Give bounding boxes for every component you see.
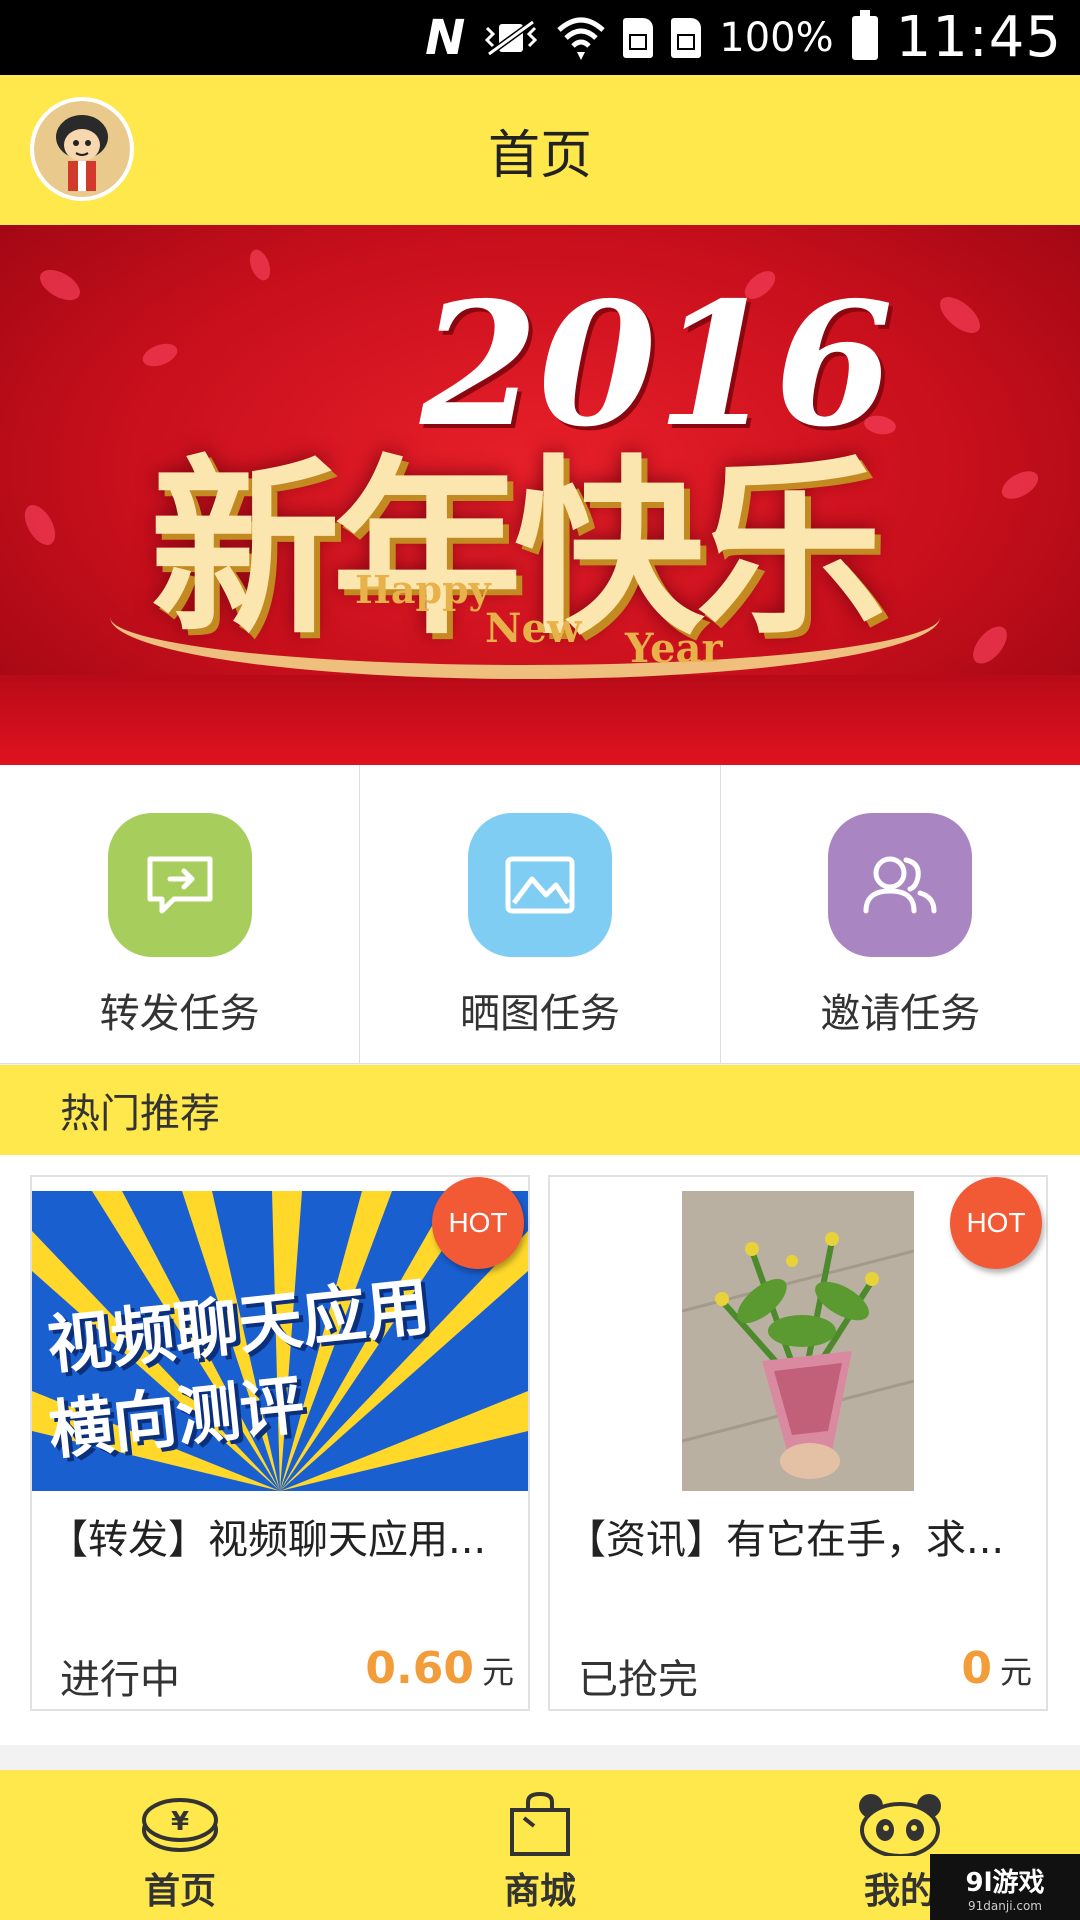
clock: 11:45	[895, 5, 1062, 70]
hot-badge: HOT	[432, 1177, 524, 1269]
nav-mall[interactable]: 商城	[360, 1770, 720, 1920]
price-unit: 元	[999, 1653, 1032, 1691]
nav-mall-label: 商城	[503, 1871, 576, 1912]
card-status: 进行中	[60, 1657, 180, 1703]
recommend-list: 视频聊天应用 横向测评 HOT 【转发】视频聊天应用... 进行中 0.60 元	[0, 1155, 1080, 1745]
task-photo[interactable]: 晒图任务	[360, 765, 721, 1063]
hot-badge: HOT	[950, 1177, 1042, 1269]
task-invite[interactable]: 邀请任务	[721, 765, 1080, 1063]
page-title: 首页	[487, 125, 592, 186]
task-invite-label: 邀请任务	[820, 991, 981, 1037]
banner[interactable]: 2016 新年快乐 Happy New Year	[0, 225, 1080, 765]
battery-icon	[851, 9, 878, 60]
card-price: 0 元	[961, 1643, 1032, 1694]
watermark-main: 9l游戏	[965, 1867, 1045, 1898]
section-title: 热门推荐	[60, 1091, 220, 1137]
svg-text:¥: ¥	[171, 1807, 189, 1837]
app-header: 首页	[0, 75, 1080, 225]
task-row: 转发任务 晒图任务 邀请任务	[0, 765, 1080, 1064]
sim1-icon	[623, 17, 654, 58]
bottom-nav: ¥ 首页 商城 我的 9l游戏 91danji.com	[0, 1770, 1080, 1920]
avatar[interactable]	[30, 97, 134, 201]
price-value: 0.60	[365, 1643, 474, 1694]
banner-year-word: Year	[625, 625, 723, 672]
bag-icon	[510, 1792, 570, 1856]
nfc-icon: N	[425, 9, 466, 66]
nav-home-label: 首页	[143, 1871, 216, 1912]
price-value: 0	[961, 1643, 992, 1694]
card-title: 【资讯】有它在手，求...	[566, 1517, 1005, 1563]
card-status: 已抢完	[578, 1657, 698, 1703]
panda-icon	[859, 1794, 941, 1856]
banner-floor	[0, 675, 1080, 765]
recommend-card[interactable]: 视频聊天应用 横向测评 HOT 【转发】视频聊天应用... 进行中 0.60 元	[30, 1175, 530, 1711]
wifi-icon	[557, 16, 605, 60]
image-icon	[467, 813, 612, 957]
users-icon	[828, 813, 973, 957]
watermark: 9l游戏 91danji.com	[930, 1854, 1080, 1920]
vibrate-icon	[483, 18, 539, 58]
card-price: 0.60 元	[365, 1643, 514, 1694]
card-title: 【转发】视频聊天应用...	[48, 1517, 487, 1563]
share-icon	[107, 813, 252, 957]
task-share-label: 转发任务	[99, 991, 260, 1037]
nav-mine-label: 我的	[863, 1871, 936, 1912]
battery-percentage: 100%	[719, 14, 834, 61]
recommend-card[interactable]: HOT 【资讯】有它在手，求... 已抢完 0 元	[548, 1175, 1048, 1711]
coin-icon: ¥	[142, 1798, 218, 1852]
task-share[interactable]: 转发任务	[0, 765, 361, 1063]
banner-new: New	[485, 605, 582, 652]
status-bar: N 100% 11:45	[0, 0, 1080, 75]
section-header: 热门推荐	[0, 1065, 1080, 1155]
sim2-icon	[671, 17, 702, 58]
nav-home[interactable]: ¥ 首页	[0, 1770, 360, 1920]
watermark-sub: 91danji.com	[968, 1898, 1042, 1913]
flower-bouquet-photo	[682, 1191, 914, 1491]
banner-happy: Happy	[355, 567, 491, 612]
price-unit: 元	[481, 1653, 514, 1691]
task-photo-label: 晒图任务	[459, 991, 620, 1037]
